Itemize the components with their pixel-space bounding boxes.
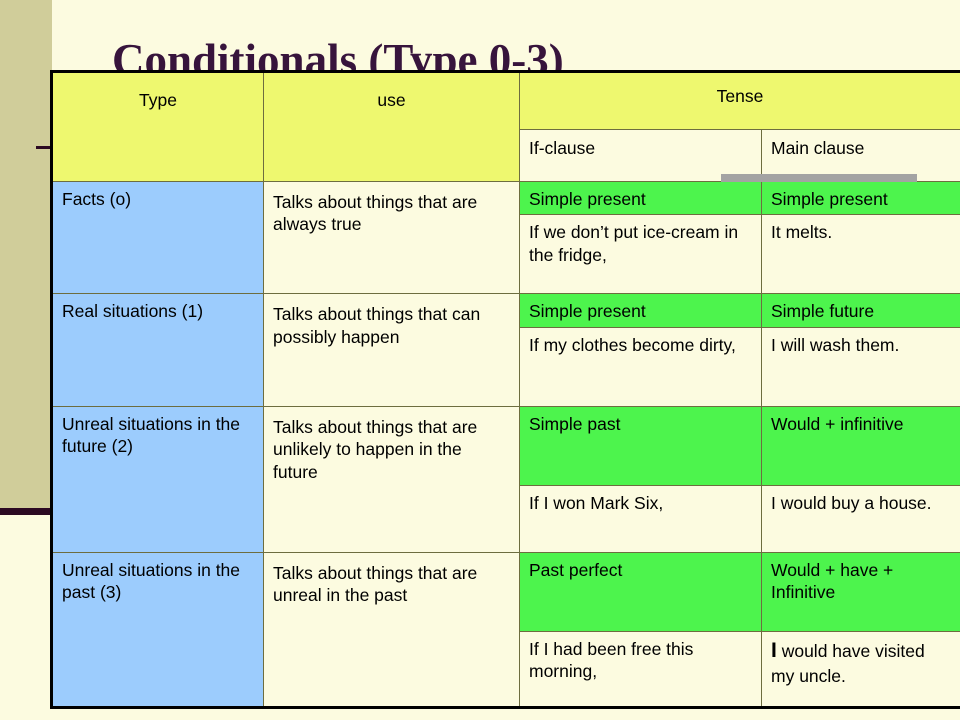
row-example-main: I would have visited my uncle. xyxy=(760,630,960,708)
row-example-main: I would buy a house. xyxy=(760,484,960,553)
row-use-text: Talks about things that are always true xyxy=(263,180,520,295)
row-type-label: Unreal situations in the past (3) xyxy=(51,551,264,708)
row-tense-if: Past perfect xyxy=(519,551,762,632)
table-row: Real situations (1) Talks about things t… xyxy=(51,293,960,407)
table-header-row: Type use Tense xyxy=(51,70,960,182)
row-example-main: I will wash them. xyxy=(760,326,960,407)
row-example-if: If my clothes become dirty, xyxy=(519,326,762,407)
row-tense-if: Simple present xyxy=(519,180,762,216)
row-use-text: Talks about things that can possibly hap… xyxy=(263,293,520,407)
row-use-text: Talks about things that are unlikely to … xyxy=(263,405,520,553)
row-tense-main: Simple present xyxy=(760,180,960,216)
row-type-label: Facts (o) xyxy=(51,180,264,295)
header-type: Type xyxy=(51,71,264,182)
left-decorative-band xyxy=(0,0,52,513)
row-tense-main: Would + infinitive xyxy=(760,405,960,486)
header-main-clause-label: Main clause xyxy=(771,138,865,159)
row-use-text: Talks about things that are unreal in th… xyxy=(263,551,520,708)
main-clause-underline-bar xyxy=(721,174,917,182)
row-tense-if: Simple past xyxy=(519,405,762,486)
row-tense-main: Simple future xyxy=(760,293,960,328)
row-tense-if: Simple present xyxy=(519,293,762,328)
header-main-clause: Main clause xyxy=(721,129,960,182)
header-use: use xyxy=(263,71,520,182)
band-bottom-rule xyxy=(0,508,54,515)
row-example-if: If I had been free this morning, xyxy=(519,630,762,708)
table-row: Unreal situations in the future (2) Talk… xyxy=(51,405,960,553)
row-type-label: Unreal situations in the future (2) xyxy=(51,405,264,553)
header-tense: Tense xyxy=(518,70,960,131)
table-row: Unreal situations in the past (3) Talks … xyxy=(51,551,960,708)
row-example-main-rest: would have visited my uncle. xyxy=(771,640,925,686)
row-example-main: It melts. xyxy=(760,214,960,295)
conditionals-table: Type use Tense If-clause Main clause Fac… xyxy=(50,70,960,709)
row-example-if: If I won Mark Six, xyxy=(519,484,762,553)
row-type-label: Real situations (1) xyxy=(51,293,264,407)
row-example-if: If we don’t put ice-cream in the fridge, xyxy=(519,214,762,295)
row-tense-main: Would + have + Infinitive xyxy=(760,551,960,632)
table-row: Facts (o) Talks about things that are al… xyxy=(51,180,960,295)
